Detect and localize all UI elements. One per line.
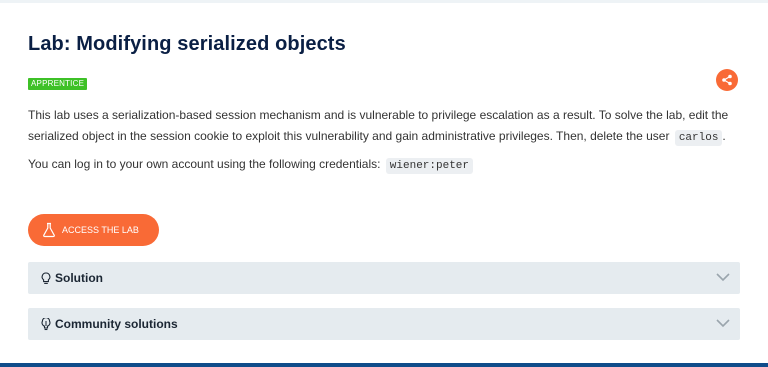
community-icon bbox=[41, 317, 51, 330]
share-button[interactable] bbox=[716, 69, 738, 91]
access-lab-button[interactable]: ACCESS THE LAB bbox=[28, 214, 159, 246]
level-badge: APPRENTICE bbox=[28, 78, 88, 90]
credentials-text: You can log in to your own account using… bbox=[28, 157, 381, 171]
page-title: Lab: Modifying serialized objects bbox=[28, 33, 346, 55]
share-icon bbox=[722, 74, 732, 86]
community-solutions-panel[interactable]: Community solutions bbox=[28, 308, 740, 340]
community-solutions-label: Community solutions bbox=[55, 317, 178, 331]
lightbulb-icon bbox=[41, 271, 51, 284]
chevron-down-icon[interactable] bbox=[716, 318, 730, 328]
solution-panel[interactable]: Solution bbox=[28, 262, 740, 294]
description-text: This lab uses a serialization-based sess… bbox=[28, 108, 729, 143]
top-strip bbox=[0, 0, 768, 3]
credentials-code: wiener:peter bbox=[385, 158, 474, 174]
description-end: . bbox=[722, 129, 726, 143]
description-paragraph: This lab uses a serialization-based sess… bbox=[28, 105, 740, 149]
lab-description: This lab uses a serialization-based sess… bbox=[28, 105, 740, 177]
solution-label: Solution bbox=[55, 271, 103, 285]
credentials-paragraph: You can log in to your own account using… bbox=[28, 154, 740, 177]
chevron-down-icon[interactable] bbox=[716, 272, 730, 282]
flask-icon bbox=[43, 222, 55, 238]
access-lab-label: ACCESS THE LAB bbox=[62, 225, 139, 235]
bottom-strip bbox=[0, 363, 768, 367]
target-user-code: carlos bbox=[674, 130, 723, 146]
